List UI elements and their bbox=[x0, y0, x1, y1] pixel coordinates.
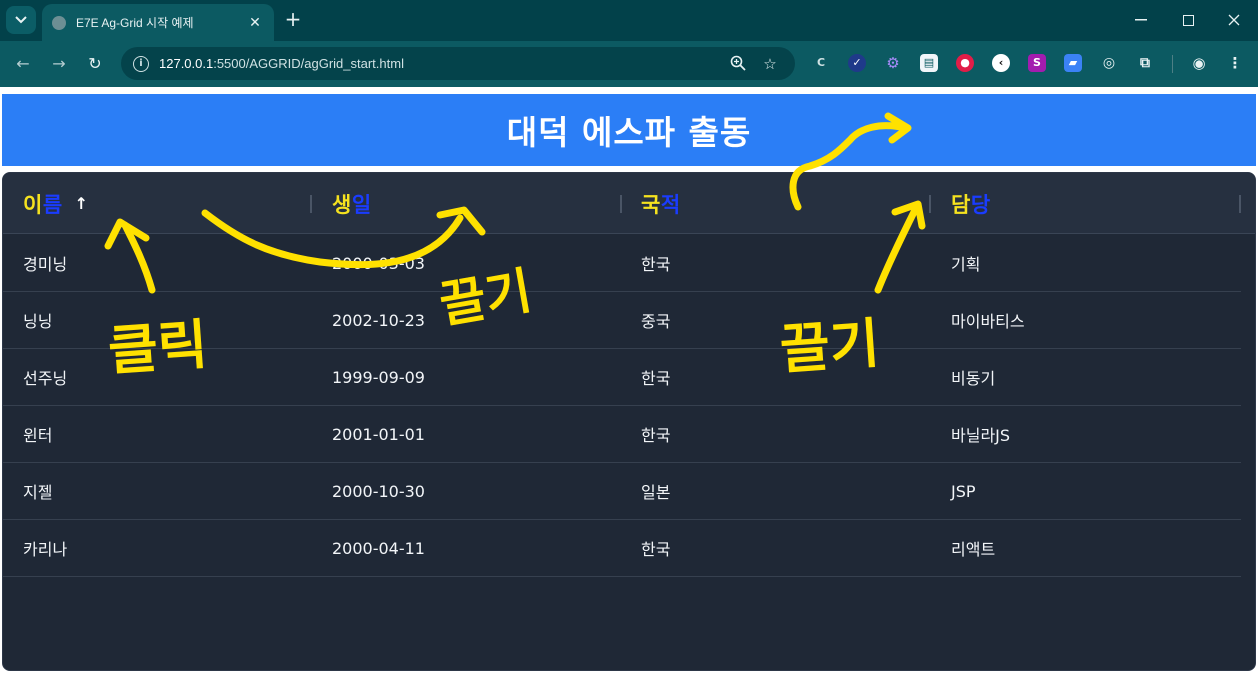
profile-icon[interactable]: ◉ bbox=[1190, 54, 1208, 72]
page-title: 대덕 에스파 출동 bbox=[506, 113, 752, 152]
address-bar[interactable]: i 127.0.0.1:5500/AGGRID/agGrid_start.htm… bbox=[121, 47, 795, 80]
header-label-role: 담당 bbox=[951, 192, 991, 217]
extension-tag-icon[interactable]: ▰ bbox=[1064, 54, 1082, 72]
extensions-puzzle-icon[interactable]: ⧉ bbox=[1136, 54, 1154, 72]
cell-role[interactable]: 바닐라JS bbox=[931, 406, 1240, 462]
header-label-birth: 생일 bbox=[332, 192, 372, 217]
zoom-icon[interactable] bbox=[729, 55, 747, 73]
browser-tab-active[interactable]: E7E Ag-Grid 시작 예제 ✕ bbox=[42, 4, 274, 41]
cell-role[interactable]: 비동기 bbox=[931, 349, 1240, 405]
page-banner: 대덕 에스파 출동 bbox=[2, 94, 1256, 166]
column-resize-handle[interactable] bbox=[1239, 195, 1241, 213]
close-tab-icon[interactable]: ✕ bbox=[246, 15, 264, 31]
back-arrow-icon[interactable]: ← bbox=[12, 53, 34, 75]
cell-name[interactable]: 선주닝 bbox=[3, 349, 312, 405]
table-row[interactable]: 닝닝 2002-10-23 중국 마이바티스 bbox=[3, 292, 1241, 349]
tab-title: E7E Ag-Grid 시작 예제 bbox=[76, 16, 194, 30]
cell-name[interactable]: 경미닝 bbox=[3, 235, 312, 291]
cell-role[interactable]: 기획 bbox=[931, 235, 1240, 291]
bookmark-star-icon[interactable]: ☆ bbox=[761, 55, 779, 73]
cell-role[interactable]: 리액트 bbox=[931, 520, 1240, 576]
cell-birth[interactable]: 1999-09-09 bbox=[312, 349, 621, 405]
screen: { "browser": { "tab_title": "E7E Ag-Grid… bbox=[0, 0, 1258, 681]
site-info-icon[interactable]: i bbox=[133, 55, 149, 72]
table-row[interactable]: 선주닝 1999-09-09 한국 비동기 bbox=[3, 349, 1241, 406]
page-viewport: 대덕 에스파 출동 이름 ↑ 생일 국적 담당 경미닝 2000-03-03 한국 기… bbox=[0, 87, 1258, 681]
table-row[interactable]: 윈터 2001-01-01 한국 바닐라JS bbox=[3, 406, 1241, 463]
cell-country[interactable]: 중국 bbox=[621, 292, 930, 348]
ag-grid: 이름 ↑ 생일 국적 담당 경미닝 2000-03-03 한국 기획 닝닝 2002-10… bbox=[2, 172, 1256, 671]
cell-name[interactable]: 닝닝 bbox=[3, 292, 312, 348]
url-text[interactable]: 127.0.0.1:5500/AGGRID/agGrid_start.html bbox=[159, 56, 404, 71]
cell-birth[interactable]: 2000-03-03 bbox=[312, 235, 621, 291]
grid-header-row: 이름 ↑ 생일 국적 담당 bbox=[3, 173, 1255, 234]
cell-birth[interactable]: 2001-01-01 bbox=[312, 406, 621, 462]
cell-country[interactable]: 한국 bbox=[621, 406, 930, 462]
tab-search-button[interactable] bbox=[6, 6, 36, 34]
extension-gear-icon[interactable]: ⚙ bbox=[884, 54, 902, 72]
cell-country[interactable]: 한국 bbox=[621, 349, 930, 405]
table-row[interactable]: 경미닝 2000-03-03 한국 기획 bbox=[3, 235, 1241, 292]
forward-arrow-icon[interactable]: → bbox=[48, 53, 70, 75]
cell-name[interactable]: 윈터 bbox=[3, 406, 312, 462]
header-cell-country[interactable]: 국적 bbox=[621, 173, 930, 234]
close-window-icon[interactable] bbox=[1224, 10, 1244, 30]
cell-birth[interactable]: 2000-04-11 bbox=[312, 520, 621, 576]
reload-icon[interactable]: ↻ bbox=[84, 53, 106, 75]
cell-birth[interactable]: 2000-10-30 bbox=[312, 463, 621, 519]
cell-country[interactable]: 일본 bbox=[621, 463, 930, 519]
extension-red-icon[interactable]: ● bbox=[956, 54, 974, 72]
cell-name[interactable]: 카리나 bbox=[3, 520, 312, 576]
table-row[interactable]: 카리나 2000-04-11 한국 리액트 bbox=[3, 520, 1241, 577]
toolbar-divider bbox=[1172, 55, 1173, 73]
sort-ascending-icon: ↑ bbox=[74, 194, 89, 213]
browser-tab-strip: E7E Ag-Grid 시작 예제 ✕ + bbox=[0, 0, 1258, 41]
minimize-icon[interactable] bbox=[1131, 10, 1151, 30]
menu-kebab-icon[interactable]: ⋮ bbox=[1226, 54, 1244, 72]
extension-s-icon[interactable]: S bbox=[1028, 54, 1046, 72]
cell-country[interactable]: 한국 bbox=[621, 235, 930, 291]
chevron-down-icon bbox=[15, 16, 27, 24]
browser-toolbar: ← → ↻ i 127.0.0.1:5500/AGGRID/agGrid_sta… bbox=[0, 41, 1258, 87]
cell-country[interactable]: 한국 bbox=[621, 520, 930, 576]
header-cell-name[interactable]: 이름 ↑ bbox=[3, 173, 312, 234]
header-label-country: 국적 bbox=[641, 192, 681, 217]
header-label-name: 이름 bbox=[23, 192, 63, 217]
extension-shield-icon[interactable]: ✓ bbox=[848, 54, 866, 72]
header-cell-birth[interactable]: 생일 bbox=[312, 173, 621, 234]
extension-target-icon[interactable]: ◎ bbox=[1100, 54, 1118, 72]
cell-role[interactable]: JSP bbox=[931, 463, 1240, 519]
cell-role[interactable]: 마이바티스 bbox=[931, 292, 1240, 348]
cell-name[interactable]: 지젤 bbox=[3, 463, 312, 519]
new-tab-button[interactable]: + bbox=[282, 9, 304, 31]
table-row[interactable]: 지젤 2000-10-30 일본 JSP bbox=[3, 463, 1241, 520]
extension-back-icon[interactable]: ‹ bbox=[992, 54, 1010, 72]
extension-window-icon[interactable]: ▤ bbox=[920, 54, 938, 72]
globe-icon bbox=[52, 15, 66, 30]
maximize-icon[interactable] bbox=[1178, 10, 1198, 30]
header-cell-role[interactable]: 담당 bbox=[931, 173, 1240, 234]
cell-birth[interactable]: 2002-10-23 bbox=[312, 292, 621, 348]
extension-c-icon[interactable]: C bbox=[812, 54, 830, 72]
